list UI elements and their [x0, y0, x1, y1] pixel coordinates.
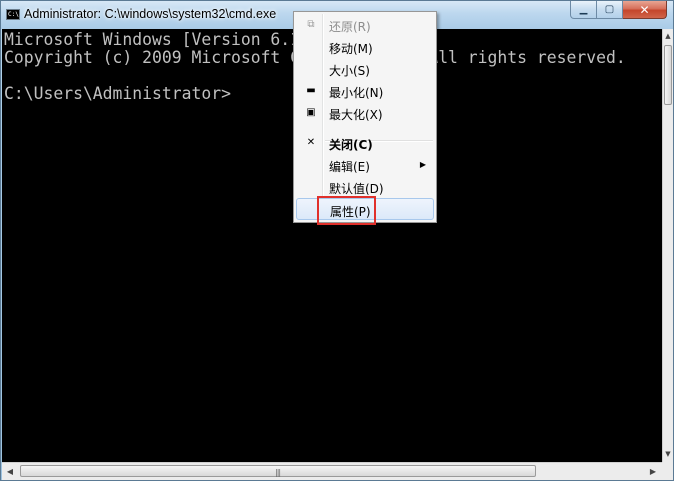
menu-item-move[interactable]: 移动(M)	[296, 36, 434, 58]
vertical-scroll-thumb[interactable]	[664, 45, 672, 105]
menu-item-minimize[interactable]: ▬ 最小化(N)	[296, 80, 434, 102]
minimize-button[interactable]: ▁	[570, 1, 597, 19]
menu-item-defaults[interactable]: 默认值(D)	[296, 176, 434, 198]
menu-item-label: 编辑(E)	[329, 160, 370, 174]
close-button[interactable]: ✕	[623, 1, 667, 19]
scroll-grip-icon: |||	[275, 468, 281, 477]
menu-item-label: 大小(S)	[329, 64, 370, 78]
menu-item-edit[interactable]: 编辑(E) ▶	[296, 154, 434, 176]
cmd-app-icon[interactable]: C:\	[6, 9, 20, 20]
scroll-left-arrow-icon[interactable]: ◀	[2, 463, 18, 480]
menu-item-maximize[interactable]: ▣ 最大化(X)	[296, 102, 434, 124]
menu-item-label: 最小化(N)	[329, 86, 384, 100]
maximize-icon: ▢	[604, 4, 615, 15]
menu-item-close[interactable]: ✕ 关闭(C)	[296, 132, 434, 154]
annotation-highlight-box	[317, 196, 376, 225]
close-icon: ✕	[306, 137, 316, 148]
window-title: Administrator: C:\windows\system32\cmd.e…	[24, 7, 277, 21]
scroll-down-arrow-icon[interactable]: ▼	[663, 447, 673, 461]
menu-item-label: 关闭(C)	[329, 138, 373, 152]
menu-item-restore[interactable]: ⧉ 还原(R)	[296, 14, 434, 36]
maximize-icon: ▣	[306, 107, 316, 118]
submenu-arrow-icon: ▶	[419, 160, 426, 169]
menu-item-label: 最大化(X)	[329, 108, 383, 122]
maximize-button[interactable]: ▢	[597, 1, 623, 19]
menu-item-label: 移动(M)	[329, 42, 373, 56]
minimize-icon: ▬	[306, 85, 316, 96]
menu-item-size[interactable]: 大小(S)	[296, 58, 434, 80]
minimize-icon: ▁	[579, 4, 588, 15]
vertical-scrollbar[interactable]: ▲ ▼	[662, 29, 673, 462]
system-menu: ⧉ 还原(R) 移动(M) 大小(S) ▬ 最小化(N) ▣ 最大化(X) ✕ …	[293, 11, 437, 223]
scroll-up-arrow-icon[interactable]: ▲	[663, 29, 673, 43]
scroll-right-arrow-icon[interactable]: ▶	[645, 463, 661, 480]
close-icon: ✕	[639, 2, 650, 17]
horizontal-scrollbar[interactable]: ◀ ||| ▶	[2, 462, 662, 480]
horizontal-scroll-thumb[interactable]: |||	[20, 465, 536, 477]
menu-item-label: 还原(R)	[329, 20, 371, 34]
caption-buttons: ▁ ▢ ✕	[570, 1, 667, 19]
scrollbar-corner	[662, 462, 673, 480]
restore-icon: ⧉	[307, 19, 315, 30]
menu-item-label: 默认值(D)	[329, 182, 384, 196]
console-prompt: C:\Users\Administrator>	[4, 84, 231, 103]
